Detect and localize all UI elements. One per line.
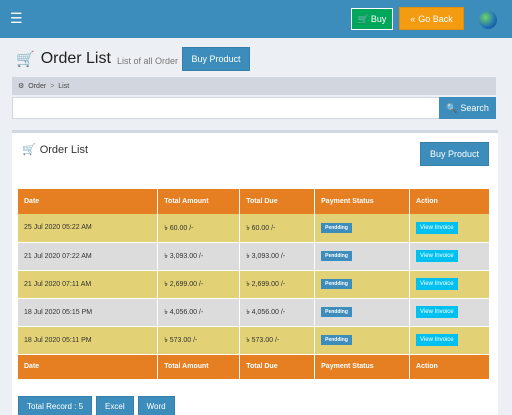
footer-header-action: Action [409,354,490,379]
status-badge: Pendding [321,335,352,345]
cell-action: View Invoice [409,242,490,271]
hamburger-menu-icon[interactable]: ☰ [10,11,23,25]
search-button[interactable]: 🔍 Search [439,97,496,119]
box-title-text: Order List [39,143,88,156]
cell-date: 18 Jul 2020 05:15 PM [18,298,159,327]
cell-total-amount: ৳ 3,093.00 /- [157,242,241,271]
status-badge: Pendding [321,279,352,289]
cell-total-due: ৳ 2,699.00 /- [239,270,316,299]
box-title: 🛒 Order List [22,143,88,157]
cell-status: Pendding [314,326,411,355]
view-invoice-button[interactable]: View Invoice [416,334,458,346]
breadcrumb-separator: > [50,82,55,90]
search-input[interactable] [12,97,440,119]
buy-button-label: Buy [370,14,387,24]
table-row: 18 Jul 2020 05:11 PM ৳ 573.00 /- ৳ 573.0… [18,326,490,355]
cell-total-due: ৳ 60.00 /- [239,214,316,243]
cell-total-due: ৳ 3,093.00 /- [239,242,316,271]
view-invoice-button[interactable]: View Invoice [416,221,458,234]
footer-header-payment-status: Payment Status [314,354,411,379]
search-bar: 🔍 Search [12,97,496,119]
cell-action: View Invoice [409,298,490,327]
table-row: 25 Jul 2020 05:22 AM ৳ 60.00 /- ৳ 60.00 … [18,214,490,243]
cell-date: 21 Jul 2020 07:22 AM [18,242,159,271]
breadcrumb: ⚙ Order > List [12,77,496,95]
view-invoice-button[interactable]: View Invoice [416,250,458,262]
double-chevron-left-icon: « [410,13,416,24]
cart-icon: 🛒 [16,51,35,68]
footer-header-total-due: Total Due [239,354,316,379]
table-row: 21 Jul 2020 07:22 AM ৳ 3,093.00 /- ৳ 3,0… [18,242,490,271]
dashboard-icon: ⚙ [18,83,25,90]
column-header-action: Action [409,189,490,214]
view-invoice-button[interactable]: View Invoice [416,306,458,318]
cell-total-due: ৳ 573.00 /- [239,326,316,355]
cell-status: Pendding [314,242,411,271]
cell-date: 18 Jul 2020 05:11 PM [18,326,159,355]
cell-date: 25 Jul 2020 05:22 AM [18,214,159,243]
search-button-label: Search [460,103,489,113]
cell-action: View Invoice [409,326,490,355]
status-badge: Pendding [321,222,352,233]
table-header-row: Date Total Amount Total Due Payment Stat… [18,189,490,214]
cell-total-amount: ৳ 60.00 /- [157,214,241,243]
go-back-label: Go Back [418,13,453,24]
cell-status: Pendding [314,298,411,327]
user-avatar[interactable] [479,11,497,29]
cart-icon: 🛒 [22,144,36,156]
search-icon: 🔍 [446,102,458,113]
view-invoice-button[interactable]: View Invoice [416,278,458,290]
export-toolbar: Total Record : 5 Excel Word [18,396,175,415]
go-back-button[interactable]: « Go Back [399,7,464,30]
orders-table: Date Total Amount Total Due Payment Stat… [18,189,490,379]
cell-status: Pendding [314,270,411,299]
cell-total-amount: ৳ 2,699.00 /- [157,270,241,299]
cell-date: 21 Jul 2020 07:11 AM [18,270,159,299]
footer-header-date: Date [18,354,159,379]
cell-total-amount: ৳ 573.00 /- [157,326,241,355]
cell-status: Pendding [314,214,411,243]
column-header-date: Date [18,189,159,214]
top-navbar: ☰ 🛒 Buy « Go Back [0,0,512,38]
breadcrumb-item-order[interactable]: Order [28,83,46,90]
buy-product-button[interactable]: Buy Product [420,142,489,166]
breadcrumb-item-list: List [58,82,70,90]
footer-header-total-amount: Total Amount [157,354,241,379]
status-badge: Pendding [321,307,352,317]
word-export-button[interactable]: Word [137,396,175,415]
page-title: Order List [40,50,111,67]
column-header-total-amount: Total Amount [157,189,241,214]
page-header: 🛒 Order List List of all Order Buy Produ… [16,47,250,71]
table-row: 18 Jul 2020 05:15 PM ৳ 4,056.00 /- ৳ 4,0… [18,298,490,327]
cart-icon: 🛒 [357,13,369,24]
table-row: 21 Jul 2020 07:11 AM ৳ 2,699.00 /- ৳ 2,6… [18,270,490,299]
order-list-box: 🛒 Order List Buy Product Date Total Amou… [12,130,498,415]
buy-product-button[interactable]: Buy Product [181,47,250,71]
total-record-button[interactable]: Total Record : 5 [18,396,93,415]
buy-button[interactable]: 🛒 Buy [351,8,393,30]
page-subtitle: List of all Order [116,56,178,66]
excel-export-button[interactable]: Excel [96,396,134,415]
cell-action: View Invoice [409,214,490,243]
column-header-total-due: Total Due [239,189,316,214]
status-badge: Pendding [321,251,352,261]
cell-total-amount: ৳ 4,056.00 /- [157,298,241,327]
cell-total-due: ৳ 4,056.00 /- [239,298,316,327]
cell-action: View Invoice [409,270,490,299]
column-header-payment-status: Payment Status [314,189,411,214]
table-footer-row: Date Total Amount Total Due Payment Stat… [18,354,490,379]
